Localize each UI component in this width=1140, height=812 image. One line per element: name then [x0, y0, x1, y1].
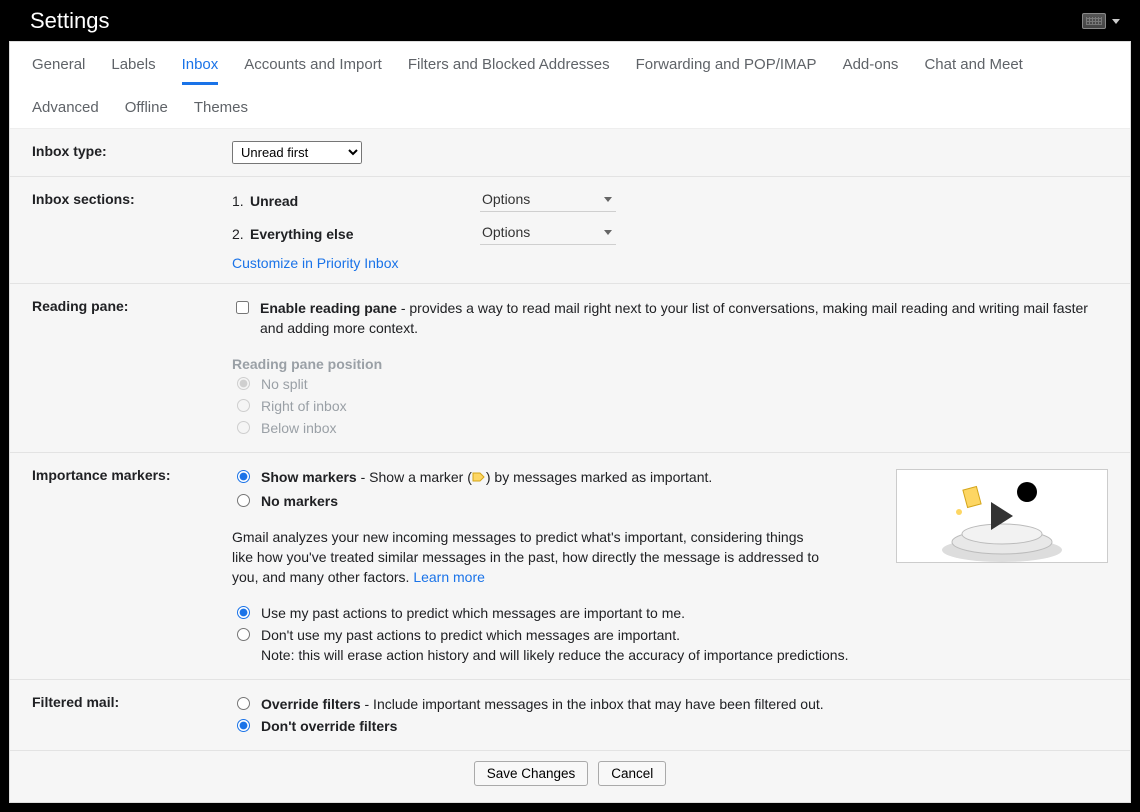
importance-explanation: Gmail analyzes your new incoming message… [232, 527, 822, 587]
learn-more-link[interactable]: Learn more [413, 569, 485, 585]
tab-accounts[interactable]: Accounts and Import [244, 56, 382, 85]
tab-chat[interactable]: Chat and Meet [924, 56, 1022, 85]
keyboard-icon [1082, 13, 1106, 29]
tab-addons[interactable]: Add-ons [843, 56, 899, 85]
chevron-down-icon [604, 197, 612, 202]
reading-pane-position-heading: Reading pane position [232, 356, 1108, 372]
input-tools-menu[interactable] [1082, 13, 1120, 29]
settings-panel: General Labels Inbox Accounts and Import… [10, 42, 1130, 802]
options-label: Options [482, 191, 530, 207]
inbox-section-row: 1. Unread Options [232, 189, 1108, 212]
tab-general[interactable]: General [32, 56, 85, 85]
save-changes-button[interactable]: Save Changes [474, 761, 589, 786]
section-filtered-mail: Filtered mail: Override filters - Includ… [10, 680, 1130, 751]
enable-reading-pane-text: Enable reading pane - provides a way to … [260, 298, 1108, 338]
no-markers-label: No markers [261, 491, 338, 511]
reading-pane-right-radio[interactable] [237, 399, 250, 412]
tab-themes[interactable]: Themes [194, 99, 248, 128]
tab-inbox[interactable]: Inbox [182, 56, 219, 85]
reading-pane-no-split-label: No split [261, 374, 308, 394]
show-markers-text: Show markers - Show a marker () by messa… [261, 467, 712, 489]
chevron-down-icon [604, 230, 612, 235]
dont-override-filters-label: Don't override filters [261, 716, 397, 736]
importance-video-thumbnail[interactable] [896, 469, 1108, 563]
predict-no-radio[interactable] [237, 628, 250, 641]
predict-no-label: Don't use my past actions to predict whi… [261, 627, 680, 643]
predict-no-text: Don't use my past actions to predict whi… [261, 625, 849, 665]
inbox-section-options-dropdown[interactable]: Options [480, 222, 616, 245]
predict-yes-label: Use my past actions to predict which mes… [261, 603, 685, 623]
inbox-sections-label: Inbox sections: [32, 189, 232, 271]
inbox-section-options-dropdown[interactable]: Options [480, 189, 616, 212]
reading-pane-below-radio[interactable] [237, 421, 250, 434]
override-filters-radio[interactable] [237, 697, 250, 710]
override-filters-desc: - Include important messages in the inbo… [361, 696, 824, 712]
inbox-section-index: 1. [232, 193, 250, 209]
inbox-section-index: 2. [232, 226, 250, 242]
tab-advanced[interactable]: Advanced [32, 99, 99, 128]
no-markers-radio[interactable] [237, 494, 250, 507]
show-markers-radio[interactable] [237, 470, 250, 483]
action-buttons: Save Changes Cancel [10, 751, 1130, 790]
override-filters-label: Override filters [261, 696, 361, 712]
importance-markers-label: Importance markers: [32, 465, 232, 667]
section-importance-markers: Importance markers: Show markers - Show … [10, 453, 1130, 680]
window-titlebar: Settings [0, 0, 1140, 42]
importance-marker-icon [472, 469, 486, 489]
inbox-section-row: 2. Everything else Options [232, 222, 1108, 245]
filtered-mail-label: Filtered mail: [32, 692, 232, 738]
predict-yes-radio[interactable] [237, 606, 250, 619]
dont-override-filters-radio[interactable] [237, 719, 250, 732]
cancel-button[interactable]: Cancel [598, 761, 666, 786]
inbox-type-label: Inbox type: [32, 141, 232, 164]
customize-priority-inbox-link[interactable]: Customize in Priority Inbox [232, 255, 399, 271]
tab-labels[interactable]: Labels [111, 56, 155, 85]
reading-pane-below-label: Below inbox [261, 418, 337, 438]
reading-pane-right-label: Right of inbox [261, 396, 347, 416]
predict-no-note: Note: this will erase action history and… [261, 647, 849, 663]
chevron-down-icon [1112, 19, 1120, 24]
enable-reading-pane-label: Enable reading pane [260, 300, 397, 316]
section-inbox-type: Inbox type: Unread first [10, 129, 1130, 177]
show-markers-label: Show markers [261, 469, 357, 485]
settings-content: Inbox type: Unread first Inbox sections:… [10, 129, 1130, 802]
inbox-section-name: Everything else [250, 226, 480, 242]
reading-pane-no-split-radio[interactable] [237, 377, 250, 390]
section-reading-pane: Reading pane: Enable reading pane - prov… [10, 284, 1130, 453]
tab-offline[interactable]: Offline [125, 99, 168, 128]
page-title: Settings [30, 8, 110, 34]
tab-filters[interactable]: Filters and Blocked Addresses [408, 56, 610, 85]
settings-tabs: General Labels Inbox Accounts and Import… [10, 42, 1130, 129]
enable-reading-pane-checkbox[interactable] [236, 301, 249, 314]
inbox-section-name: Unread [250, 193, 480, 209]
override-filters-text: Override filters - Include important mes… [261, 694, 824, 714]
play-icon [991, 502, 1013, 530]
reading-pane-label: Reading pane: [32, 296, 232, 440]
section-inbox-sections: Inbox sections: 1. Unread Options 2. Eve… [10, 177, 1130, 284]
tab-forwarding[interactable]: Forwarding and POP/IMAP [636, 56, 817, 85]
options-label: Options [482, 224, 530, 240]
inbox-type-select[interactable]: Unread first [232, 141, 362, 164]
